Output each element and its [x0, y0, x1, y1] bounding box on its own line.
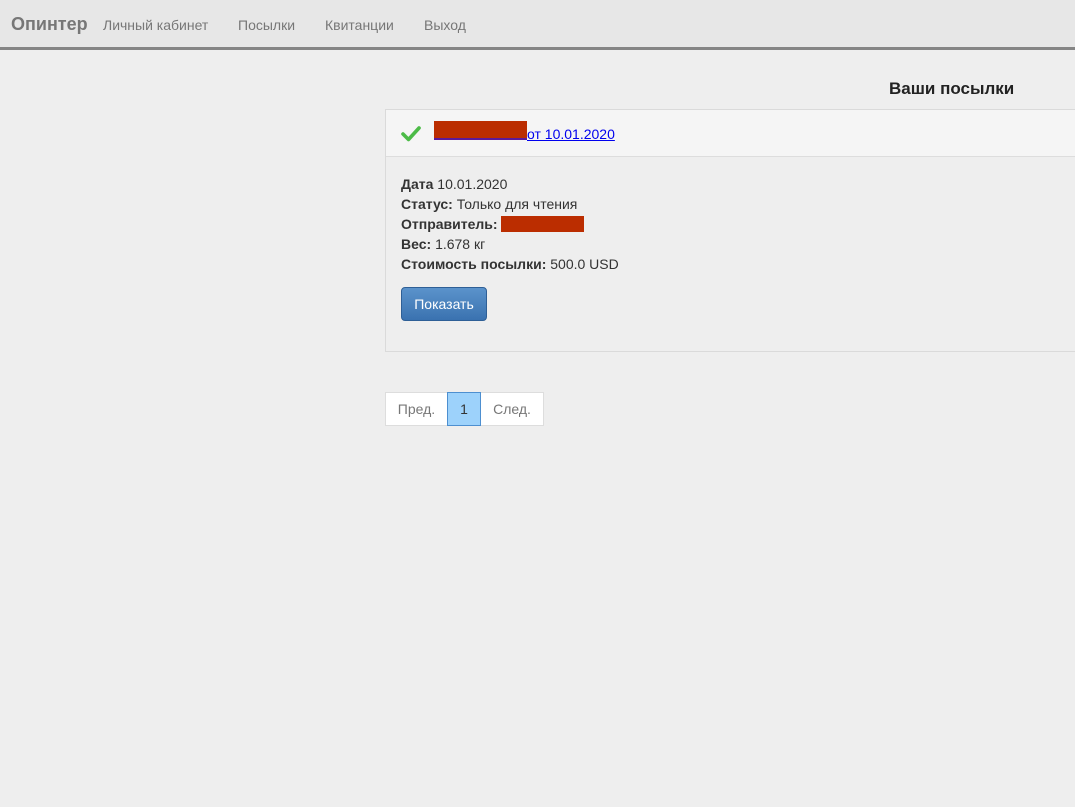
- detail-row-sender: Отправитель:: [401, 214, 619, 234]
- cost-value: 500.0 USD: [550, 256, 619, 272]
- nav-link-logout[interactable]: Выход: [424, 17, 466, 33]
- parcel-panel-header: от 10.01.2020: [386, 110, 1075, 157]
- detail-row-weight: Вес: 1.678 кг: [401, 234, 619, 254]
- sender-label: Отправитель:: [401, 216, 498, 232]
- nav-link-account[interactable]: Личный кабинет: [103, 17, 208, 33]
- pagination-prev[interactable]: Пред.: [385, 392, 448, 426]
- checkmark-icon: [401, 126, 421, 142]
- pagination-page-1[interactable]: 1: [447, 392, 481, 426]
- nav-link-parcels[interactable]: Посылки: [238, 17, 295, 33]
- parcel-link-date: от 10.01.2020: [527, 126, 615, 142]
- status-label: Статус:: [401, 196, 453, 212]
- navbar: Опинтер Личный кабинет Посылки Квитанции…: [0, 0, 1075, 50]
- parcel-panel: от 10.01.2020 Дата 10.01.2020 Статус: То…: [385, 109, 1075, 352]
- nav-link-receipts[interactable]: Квитанции: [325, 17, 394, 33]
- show-button[interactable]: Показать: [401, 287, 487, 321]
- page-title: Ваши посылки: [889, 79, 1015, 98]
- pagination-next[interactable]: След.: [480, 392, 544, 426]
- redacted-parcel-number: [434, 121, 527, 140]
- status-value: Только для чтения: [456, 196, 578, 212]
- weight-value: 1.678 кг: [435, 236, 486, 252]
- detail-row-status: Статус: Только для чтения: [401, 194, 619, 214]
- cost-label: Стоимость посылки:: [401, 256, 547, 272]
- detail-row-cost: Стоимость посылки: 500.0 USD: [401, 254, 619, 274]
- date-label: Дата: [401, 176, 434, 192]
- parcel-link[interactable]: от 10.01.2020: [434, 121, 615, 142]
- weight-label: Вес:: [401, 236, 432, 252]
- pagination: Пред. 1 След.: [385, 392, 544, 426]
- date-value: 10.01.2020: [437, 176, 508, 192]
- brand-link[interactable]: Опинтер: [11, 14, 88, 35]
- detail-row-date: Дата 10.01.2020: [401, 174, 619, 194]
- redacted-sender: [501, 216, 585, 232]
- parcel-details: Дата 10.01.2020 Статус: Только для чтени…: [401, 174, 619, 274]
